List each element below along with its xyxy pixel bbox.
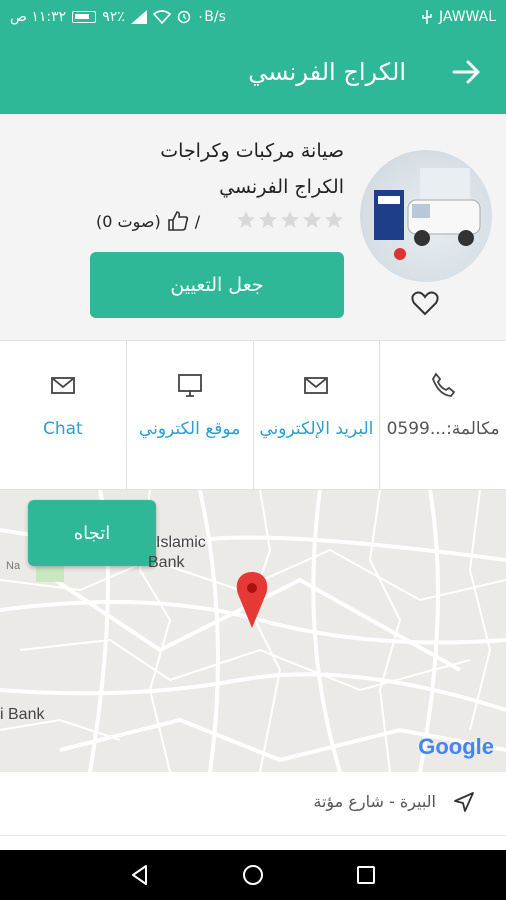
business-name: الكراج الفرنسي bbox=[219, 176, 344, 198]
app-bar: الكراج الفرنسي bbox=[0, 36, 506, 114]
battery-level: ٩٢٪ bbox=[102, 9, 125, 25]
mail-icon bbox=[304, 377, 329, 394]
call-label: مكالمة:...0599 bbox=[386, 419, 500, 439]
address-text: البيرة - شارع مؤتة bbox=[313, 792, 436, 811]
back-nav-icon[interactable] bbox=[128, 863, 152, 887]
battery-icon bbox=[72, 11, 97, 23]
email-label: البريد الإلكتروني bbox=[259, 419, 374, 439]
directions-button[interactable]: اتجاه bbox=[28, 500, 156, 566]
garage-van-illustration bbox=[374, 168, 481, 260]
chat-label: Chat bbox=[43, 419, 83, 439]
map-label-islamic: Islamic bbox=[156, 534, 206, 551]
call-action[interactable]: مكالمة:...0599 bbox=[379, 341, 506, 489]
signal-icon bbox=[130, 10, 147, 24]
thumbs-up-icon[interactable] bbox=[167, 210, 189, 232]
chat-action[interactable]: Chat bbox=[0, 341, 126, 489]
heart-icon[interactable] bbox=[410, 288, 440, 318]
separator: / bbox=[194, 211, 201, 231]
monitor-icon bbox=[177, 374, 202, 397]
system-nav-bar bbox=[0, 850, 506, 900]
business-logo bbox=[360, 150, 492, 282]
location-map[interactable]: اتجاه Islamic Bank i Bank Na Google bbox=[0, 490, 506, 772]
star-icon[interactable] bbox=[236, 210, 256, 230]
star-icon[interactable] bbox=[258, 210, 278, 230]
star-icon[interactable] bbox=[324, 210, 344, 230]
map-label-bank: Bank bbox=[148, 554, 185, 571]
recents-nav-icon[interactable] bbox=[354, 863, 378, 887]
wifi-icon bbox=[152, 10, 171, 24]
votes-group: (0 صوت) / bbox=[96, 210, 200, 232]
website-action[interactable]: موقع الكتروني bbox=[125, 341, 253, 489]
address-row[interactable]: البيرة - شارع مؤتة bbox=[0, 772, 506, 836]
status-left: ١١:٣٢ ص ٩٢٪ ٠B/s bbox=[10, 9, 226, 25]
email-action[interactable]: البريد الإلكتروني bbox=[252, 341, 380, 489]
page-title: الكراج الفرنسي bbox=[248, 58, 406, 86]
alarm-icon bbox=[177, 10, 191, 24]
usb-icon bbox=[422, 10, 432, 24]
map-label-na: Na bbox=[6, 560, 21, 572]
mail-icon bbox=[50, 377, 75, 394]
google-logo-text: Google bbox=[418, 734, 494, 759]
carrier: JAWWAL bbox=[439, 9, 496, 25]
google-logo: Google bbox=[418, 734, 494, 760]
votes-count: (0 صوت) bbox=[96, 211, 161, 231]
phone-icon bbox=[432, 372, 456, 397]
assign-button[interactable]: جعل التعيين bbox=[90, 252, 344, 318]
status-bar: ١١:٣٢ ص ٩٢٪ ٠B/s JAWWAL bbox=[0, 0, 506, 36]
status-right: JAWWAL bbox=[421, 9, 496, 25]
arrow-right-icon[interactable] bbox=[448, 54, 484, 90]
time: ١١:٣٢ ص bbox=[10, 9, 67, 25]
rating-stars[interactable] bbox=[236, 210, 344, 230]
star-icon[interactable] bbox=[280, 210, 300, 230]
map-label-ibank: i Bank bbox=[0, 706, 45, 723]
website-label: موقع الكتروني bbox=[138, 419, 241, 439]
business-header: صيانة مركبات وكراجات الكراج الفرنسي (0 ص… bbox=[0, 114, 506, 340]
business-category: صيانة مركبات وكراجات bbox=[160, 140, 344, 162]
network-speed: ٠B/s bbox=[196, 9, 226, 25]
star-icon[interactable] bbox=[302, 210, 322, 230]
home-nav-icon[interactable] bbox=[241, 863, 265, 887]
navigation-arrow-icon bbox=[454, 792, 474, 812]
contact-actions: مكالمة:...0599 البريد الإلكتروني موقع ال… bbox=[0, 340, 506, 490]
